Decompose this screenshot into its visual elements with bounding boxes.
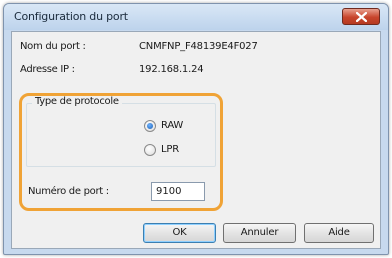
port-config-dialog: Configuration du port Nom du port : CNMF… xyxy=(3,3,389,255)
port-name-label: Nom du port : xyxy=(20,41,86,52)
lpr-radio-label[interactable]: LPR xyxy=(161,144,179,155)
help-button[interactable]: Aide xyxy=(304,223,374,243)
cancel-button[interactable]: Annuler xyxy=(223,223,296,243)
raw-radio[interactable] xyxy=(144,120,156,132)
port-number-label: Numéro de port : xyxy=(28,186,109,197)
port-number-input[interactable] xyxy=(151,182,205,201)
ip-address-label: Adresse IP : xyxy=(20,64,75,75)
protocol-groupbox xyxy=(26,103,216,167)
raw-radio-label[interactable]: RAW xyxy=(161,120,183,131)
window-title: Configuration du port xyxy=(14,10,128,23)
ip-address-value: 192.168.1.24 xyxy=(139,64,204,75)
protocol-group-title: Type de protocole xyxy=(32,96,122,107)
title-bar[interactable]: Configuration du port xyxy=(4,4,388,30)
dialog-body: Nom du port : CNMFNP_F48139E4F027 Adress… xyxy=(11,31,381,249)
ok-button[interactable]: OK xyxy=(143,223,216,243)
lpr-radio[interactable] xyxy=(144,144,156,156)
close-icon xyxy=(356,12,367,22)
port-name-value: CNMFNP_F48139E4F027 xyxy=(139,41,258,52)
close-button[interactable] xyxy=(342,8,380,25)
